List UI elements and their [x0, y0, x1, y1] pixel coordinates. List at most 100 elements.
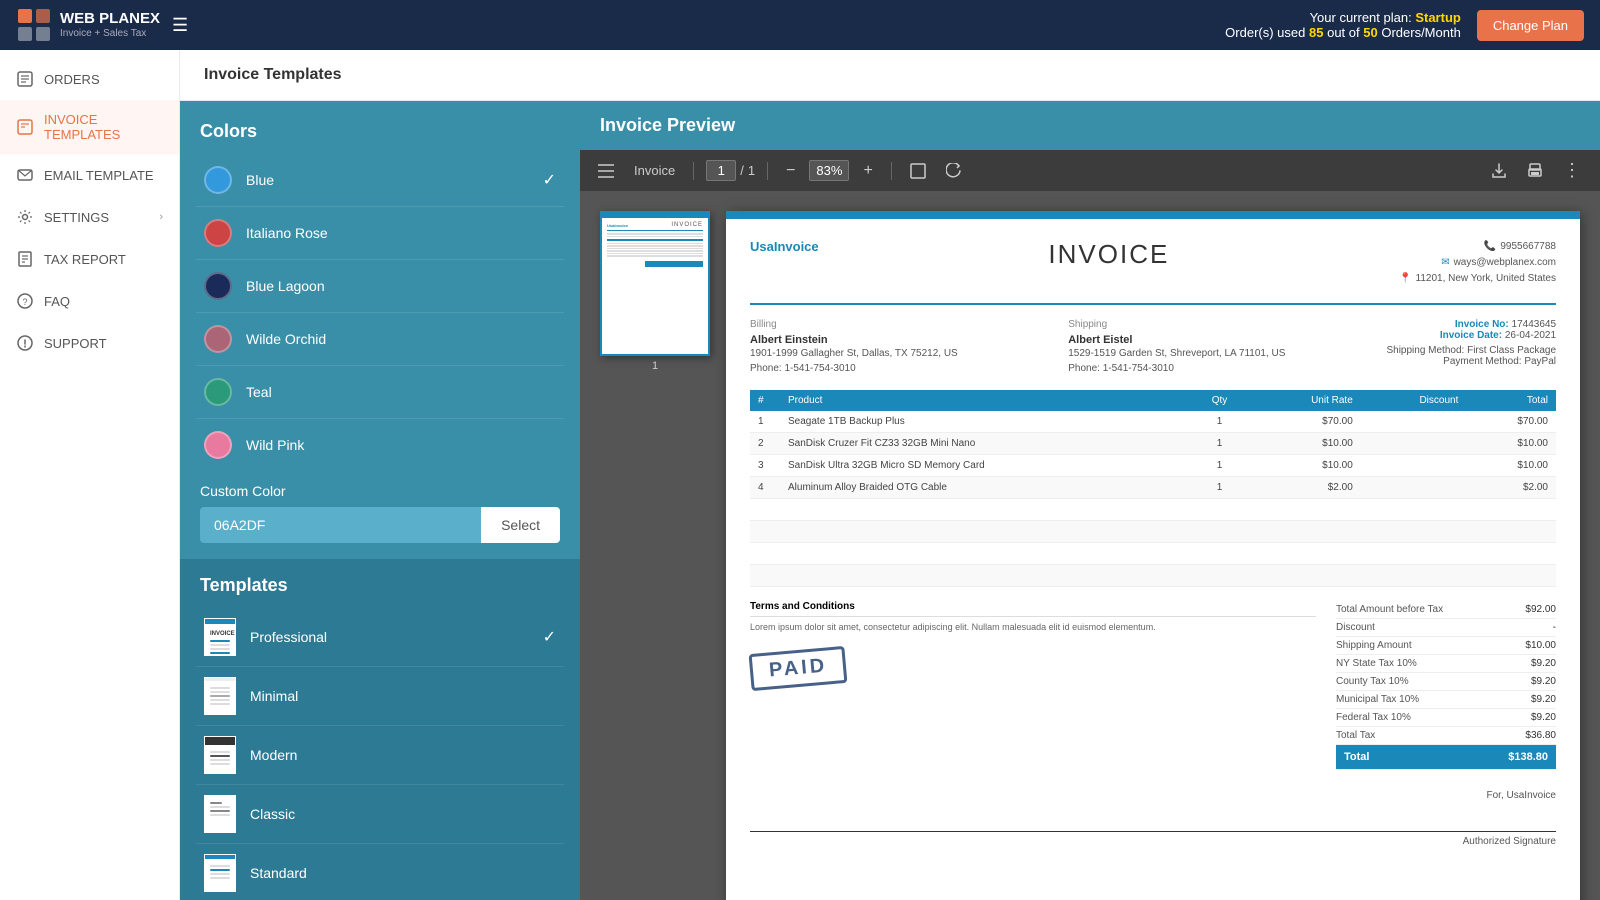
hamburger-icon[interactable]: ☰ [172, 15, 188, 36]
invoice-terms: Terms and Conditions Lorem ipsum dolor s… [750, 601, 1316, 770]
colors-section-title: Colors [180, 101, 580, 154]
cell-discount [1361, 411, 1467, 433]
tax-report-icon [16, 250, 34, 268]
color-item-blue[interactable]: Blue ✓ [196, 154, 564, 207]
preview-header: Invoice Preview [580, 101, 1600, 150]
invoice-address-row: 📍 11201, New York, United States [1399, 271, 1556, 287]
color-circle-teal [204, 378, 232, 406]
total-label: Municipal Tax 10% [1336, 694, 1419, 705]
invoice-date-label: Invoice Date: [1440, 330, 1502, 341]
pdf-thumbnail[interactable]: UsaInvoice INVOICE [600, 211, 710, 356]
pdf-area: UsaInvoice INVOICE [580, 191, 1600, 900]
template-item-professional[interactable]: INVOICE Professional [196, 608, 564, 667]
refresh-button[interactable] [940, 159, 968, 183]
total-label: Shipping Amount [1336, 640, 1412, 651]
col-header-qty: Qty [1189, 390, 1250, 411]
pdf-toolbar: Invoice / 1 − 83% + [580, 150, 1600, 191]
invoice-billing-row: Billing Albert Einstein 1901-1999 Gallag… [750, 319, 1556, 376]
orders-label: ORDERS [44, 72, 100, 87]
invoice-templates-label: INVOICE TEMPLATES [44, 112, 163, 142]
cell-product: Aluminum Alloy Braided OTG Cable [780, 477, 1189, 499]
blue-check-icon: ✓ [543, 170, 556, 190]
template-item-modern[interactable]: Modern [196, 726, 564, 785]
logo-main-text: WEB PLANEX [60, 10, 160, 28]
cell-qty: 1 [1189, 455, 1250, 477]
color-name-blue: Blue [246, 172, 543, 188]
zoom-out-button[interactable]: − [780, 158, 801, 184]
invoice-date-row: Invoice Date: 26-04-2021 [1386, 330, 1556, 341]
page-header: Invoice Templates [180, 50, 1600, 101]
page-number-input[interactable] [706, 160, 736, 181]
color-name-italiano-rose: Italiano Rose [246, 225, 556, 241]
print-button[interactable] [1521, 159, 1549, 183]
color-item-blue-lagoon[interactable]: Blue Lagoon [196, 260, 564, 313]
total-value: - [1553, 622, 1556, 633]
plan-name: Startup [1415, 10, 1461, 25]
toolbar-separator-1 [693, 162, 694, 180]
table-row: 4 Aluminum Alloy Braided OTG Cable 1 $2.… [750, 477, 1556, 499]
template-thumb-modern [204, 736, 236, 774]
select-color-button[interactable]: Select [481, 507, 560, 543]
cell-num: 4 [750, 477, 780, 499]
templates-section-title: Templates [196, 559, 564, 608]
total-value: $9.20 [1531, 676, 1556, 687]
sidebar-item-support[interactable]: SUPPORT [0, 322, 179, 364]
orders-used: 85 [1309, 25, 1323, 40]
sidebar-item-orders[interactable]: ORDERS [0, 58, 179, 100]
download-button[interactable] [1485, 159, 1513, 183]
authorized-signature: Authorized Signature [1463, 836, 1556, 847]
settings-label: SETTINGS [44, 210, 109, 225]
color-item-wilde-orchid[interactable]: Wilde Orchid [196, 313, 564, 366]
col-header-num: # [750, 390, 780, 411]
total-row: NY State Tax 10%$9.20 [1336, 655, 1556, 673]
main-layout: ORDERS INVOICE TEMPLATES EMAIL TEMPLATE … [0, 50, 1600, 900]
template-item-classic[interactable]: Classic [196, 785, 564, 844]
invoice-color-bar [726, 211, 1580, 219]
color-item-italiano-rose[interactable]: Italiano Rose [196, 207, 564, 260]
custom-color-input[interactable] [200, 507, 481, 543]
zoom-in-button[interactable]: + [857, 158, 878, 184]
change-plan-button[interactable]: Change Plan [1477, 10, 1584, 41]
total-value: $10.00 [1525, 640, 1556, 651]
template-item-minimal[interactable]: Minimal [196, 667, 564, 726]
color-name-wild-pink: Wild Pink [246, 437, 556, 453]
sidebar-item-faq[interactable]: ? FAQ [0, 280, 179, 322]
settings-chevron-icon: › [159, 211, 163, 223]
email-icon: ✉ [1441, 255, 1449, 271]
phone-icon: 📞 [1484, 239, 1496, 255]
color-item-teal[interactable]: Teal [196, 366, 564, 419]
sidebar-item-email-template[interactable]: EMAIL TEMPLATE [0, 154, 179, 196]
color-circle-blue [204, 166, 232, 194]
total-label: Discount [1336, 622, 1375, 633]
fit-page-button[interactable] [904, 159, 932, 183]
total-label: NY State Tax 10% [1336, 658, 1417, 669]
table-row: 3 SanDisk Ultra 32GB Micro SD Memory Car… [750, 455, 1556, 477]
shipping-label: Shipping [1068, 319, 1362, 330]
invoice-phone: 9955667788 [1500, 239, 1556, 255]
total-value: $9.20 [1531, 694, 1556, 705]
total-value: $36.80 [1525, 730, 1556, 741]
color-circle-italiano-rose [204, 219, 232, 247]
cell-rate: $10.00 [1250, 455, 1361, 477]
tax-report-label: TAX REPORT [44, 252, 126, 267]
template-item-standard[interactable]: Standard [196, 844, 564, 900]
table-row-empty [750, 543, 1556, 565]
color-item-wild-pink[interactable]: Wild Pink [196, 419, 564, 471]
sidebar-item-invoice-templates[interactable]: INVOICE TEMPLATES [0, 100, 179, 154]
more-options-button[interactable]: ⋮ [1557, 156, 1588, 185]
cell-total: $70.00 [1466, 411, 1556, 433]
total-row: Federal Tax 10%$9.20 [1336, 709, 1556, 727]
sidebar-item-settings[interactable]: SETTINGS › [0, 196, 179, 238]
payment-method-row: Payment Method: PayPal [1386, 356, 1556, 367]
shipping-method-row: Shipping Method: First Class Package [1386, 345, 1556, 356]
invoice-templates-icon [16, 118, 34, 136]
professional-check-icon: ✓ [543, 627, 556, 647]
shipping-name: Albert Eistel [1068, 334, 1362, 346]
sidebar-toggle-button[interactable] [592, 160, 620, 182]
billing-label: Billing [750, 319, 1044, 330]
pdf-invoice-label: Invoice [634, 163, 675, 178]
sidebar-item-tax-report[interactable]: TAX REPORT [0, 238, 179, 280]
payment-method-value: PayPal [1524, 356, 1556, 367]
topbar-left: WEB PLANEX Invoice + Sales Tax ☰ [16, 7, 188, 43]
invoice-title: INVOICE [1048, 239, 1169, 269]
